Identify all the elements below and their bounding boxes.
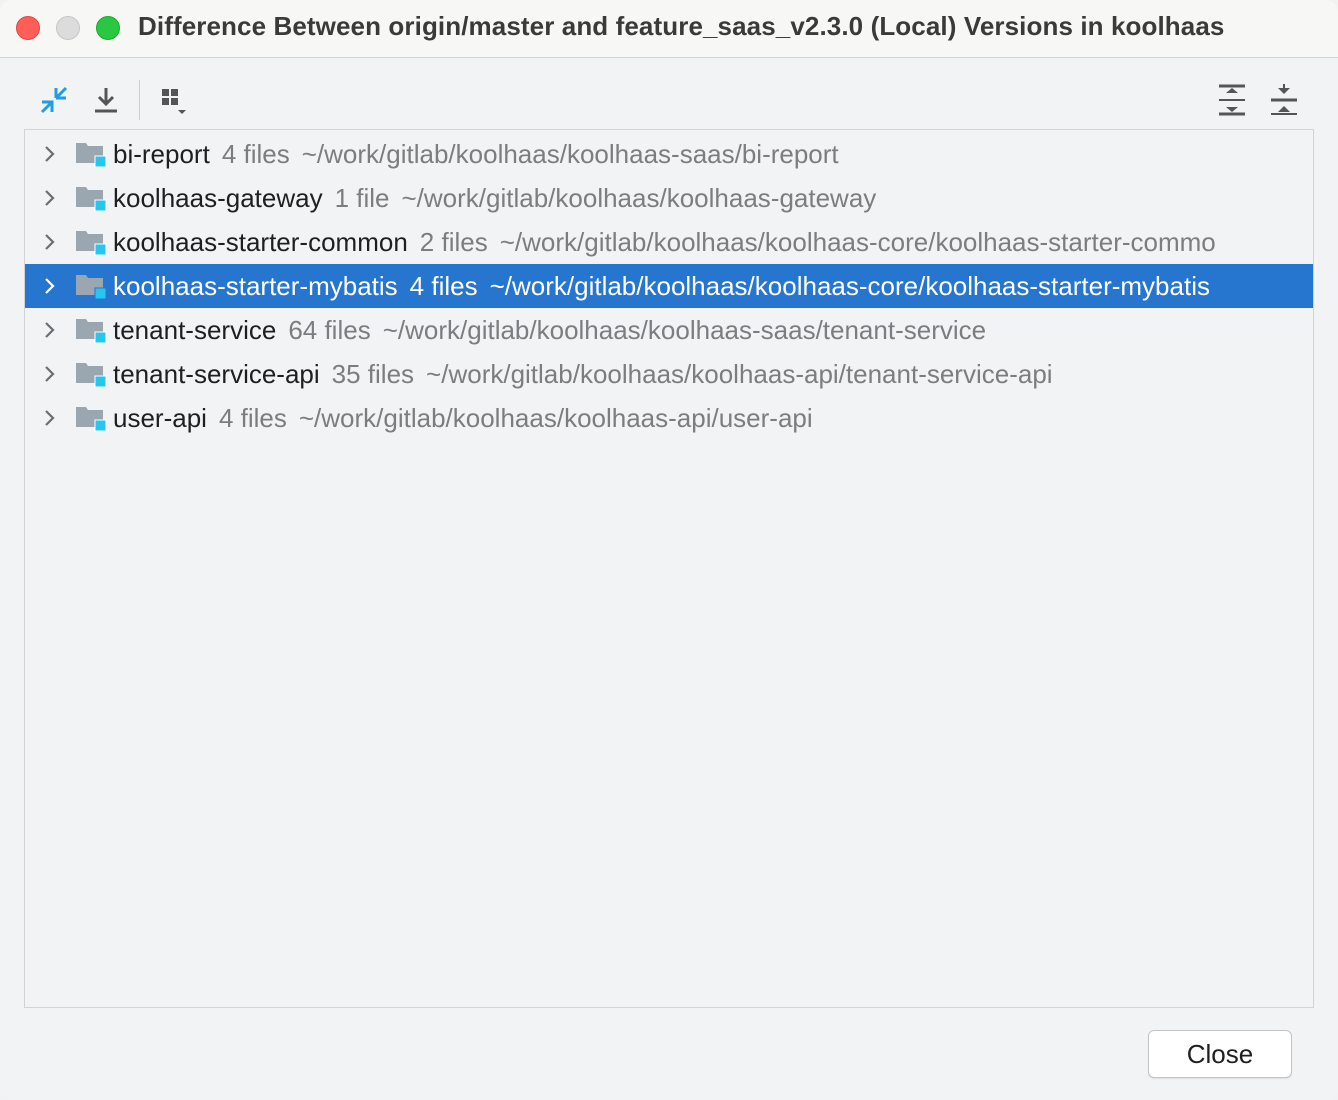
module-name: koolhaas-gateway xyxy=(113,183,323,213)
tree-row[interactable]: koolhaas-gateway 1 file ~/work/gitlab/kool… xyxy=(25,176,1313,220)
diff-dialog: Difference Between origin/master and fea… xyxy=(0,0,1338,1100)
expand-all-icon xyxy=(1219,84,1245,116)
file-count: 64 files xyxy=(288,315,371,345)
chevron-right-icon[interactable] xyxy=(39,320,59,340)
tree-row[interactable]: tenant-service 64 files ~/work/gitlab/kool… xyxy=(25,308,1313,352)
group-by-button[interactable] xyxy=(156,82,192,118)
title-bar: Difference Between origin/master and fea… xyxy=(0,0,1338,58)
chevron-right-icon[interactable] xyxy=(39,144,59,164)
module-name: tenant-service xyxy=(113,315,277,345)
module-path: ~/work/gitlab/koolhaas/koolhaas-core/koo… xyxy=(499,227,1216,257)
file-count: 35 files xyxy=(331,359,415,389)
collapse-all-icon xyxy=(1271,84,1297,115)
chevron-right-icon[interactable] xyxy=(39,232,59,252)
module-folder-icon xyxy=(76,187,107,212)
chevron-right-icon[interactable] xyxy=(39,276,59,296)
module-name: bi-report xyxy=(113,139,210,169)
file-count: 1 file xyxy=(334,183,390,213)
module-path: ~/work/gitlab/koolhaas/koolhaas-api/tena… xyxy=(426,359,1053,389)
module-folder-icon xyxy=(76,363,107,388)
compare-button[interactable] xyxy=(36,82,72,118)
chevron-right-icon[interactable] xyxy=(39,408,59,428)
module-name: tenant-service-api xyxy=(113,359,320,389)
file-count: 4 files xyxy=(218,403,287,433)
download-button[interactable] xyxy=(88,82,124,118)
module-path: ~/work/gitlab/koolhaas/koolhaas-gateway xyxy=(401,183,877,213)
expand-all-button[interactable] xyxy=(1214,82,1250,118)
window-title: Difference Between origin/master and fea… xyxy=(138,11,1225,41)
module-folder-icon xyxy=(76,231,107,256)
module-path: ~/work/gitlab/koolhaas/koolhaas-saas/bi-… xyxy=(301,139,839,169)
chevron-right-icon[interactable] xyxy=(39,188,59,208)
module-folder-icon xyxy=(76,143,107,168)
module-path: ~/work/gitlab/koolhaas/koolhaas-saas/ten… xyxy=(382,315,987,345)
file-count: 4 files xyxy=(221,139,290,169)
file-count: 2 files xyxy=(419,227,488,257)
tree-row[interactable]: koolhaas-starter-common 2 files ~/work/git… xyxy=(25,220,1313,264)
compare-arrows-icon xyxy=(40,86,68,114)
module-path: ~/work/gitlab/koolhaas/koolhaas-core/koo… xyxy=(489,271,1210,301)
module-path: ~/work/gitlab/koolhaas/koolhaas-api/user… xyxy=(298,403,813,433)
download-icon xyxy=(95,88,117,113)
minimize-window-button[interactable] xyxy=(56,16,80,40)
tree-row[interactable]: user-api 4 files ~/work/gitlab/koolhaas/ko… xyxy=(25,396,1313,440)
tree-row[interactable]: tenant-service-api 35 files ~/work/gitlab/… xyxy=(25,352,1313,396)
module-name: user-api xyxy=(113,403,207,433)
module-folder-icon xyxy=(76,275,107,300)
file-count: 4 files xyxy=(409,271,478,301)
tree-row[interactable]: bi-report 4 files ~/work/gitlab/koolhaas/k… xyxy=(25,132,1313,176)
collapse-all-button[interactable] xyxy=(1266,82,1302,118)
group-by-icon xyxy=(162,89,186,114)
zoom-window-button[interactable] xyxy=(96,16,120,40)
tree-row-selected[interactable]: koolhaas-starter-mybatis 4 files ~/work/gi… xyxy=(25,264,1313,308)
changes-tree[interactable]: bi-report 4 files ~/work/gitlab/koolhaas/k… xyxy=(24,129,1314,1008)
close-window-button[interactable] xyxy=(16,16,40,40)
module-name: koolhaas-starter-common xyxy=(113,227,408,257)
close-button[interactable]: Close xyxy=(1148,1030,1292,1078)
toolbar-separator xyxy=(139,80,140,120)
module-name: koolhaas-starter-mybatis xyxy=(113,271,398,301)
chevron-right-icon[interactable] xyxy=(39,364,59,384)
module-folder-icon xyxy=(76,319,107,344)
module-folder-icon xyxy=(76,407,107,432)
